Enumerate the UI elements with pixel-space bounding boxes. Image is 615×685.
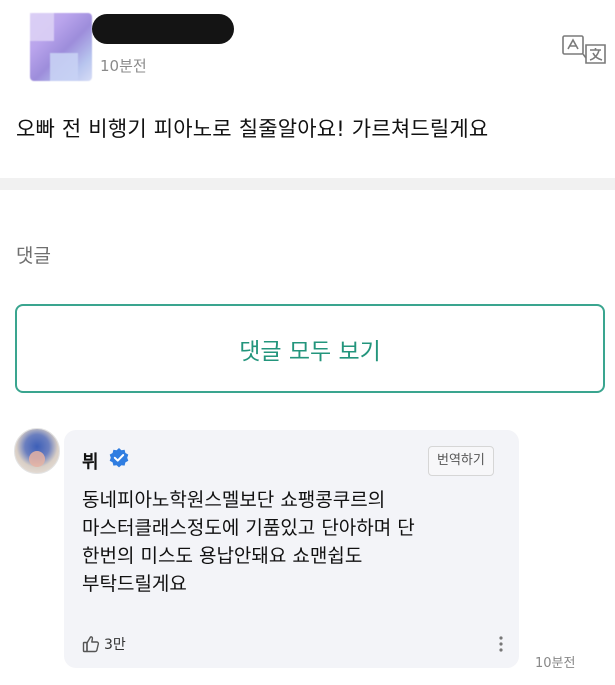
post-author-name-redacted [92,14,234,44]
comment-line: 부탁드릴게요 [82,573,187,595]
comment-card: 뷔 번역하기 동네피아노학원스멜보단 쇼팽콩쿠르의 마스터클래스정도에 기품있고… [64,430,519,668]
post-text: 오빠 전 비행기 피아노로 칠줄알아요! 가르쳐드릴게요 [16,117,489,141]
view-all-comments-button[interactable]: 댓글 모두 보기 [15,304,605,393]
comments-heading: 댓글 [16,245,51,267]
comment-line: 동네피아노학원스멜보단 쇼팽콩쿠르의 [82,489,386,511]
comment-author-avatar[interactable] [14,428,60,474]
comment-timestamp: 10분전 [535,656,576,671]
comment-line: 마스터클래스정도에 기품있고 단아하며 단 [82,517,415,539]
comment-body: 동네피아노학원스멜보단 쇼팽콩쿠르의 마스터클래스정도에 기품있고 단아하며 단… [82,486,512,598]
post-timestamp: 10분전 [100,57,147,75]
translate-comment-button[interactable]: 번역하기 [428,446,494,476]
thumbs-up-icon [82,635,100,653]
comment-line: 한번의 미스도 용납안돼요 쇼맨쉽도 [82,545,363,567]
more-options-icon[interactable] [494,634,508,654]
page: 10분전 오빠 전 비행기 피아노로 칠줄알아요! 가르쳐드릴게요 댓글 댓글 … [0,0,615,685]
comment-author-name[interactable]: 뷔 [82,448,99,474]
post-author-avatar[interactable] [30,13,92,81]
section-divider [0,178,615,190]
verified-badge-icon [108,447,130,469]
like-count: 3만 [104,637,126,653]
like-button[interactable]: 3만 [82,634,126,654]
translate-icon[interactable] [560,32,608,66]
